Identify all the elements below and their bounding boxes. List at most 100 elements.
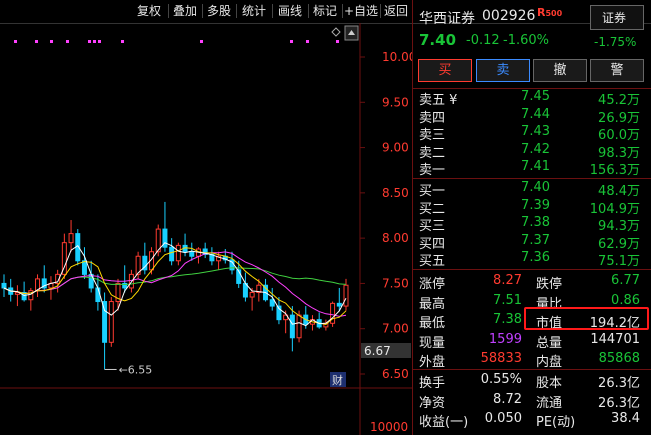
ask-label: 卖四: [419, 110, 446, 126]
diamond-icon: [331, 27, 341, 37]
sector-button[interactable]: 证券: [590, 5, 644, 30]
y-tick-label: 8.50: [382, 186, 409, 200]
signal-dot: [336, 40, 339, 43]
moving-average-line: [3, 242, 347, 327]
stat-value: 7.38: [493, 312, 522, 327]
ask-price: 7.43: [521, 124, 550, 139]
overlay-button[interactable]: 叠加: [169, 2, 201, 20]
current-price-label: 6.67: [364, 344, 391, 358]
ask-volume: 45.2万: [598, 93, 640, 108]
bid-volume: 48.4万: [598, 184, 640, 199]
moving-average-line: [3, 251, 347, 317]
candle-body: [296, 314, 302, 339]
candle-body: [68, 233, 74, 244]
multi-stock-button[interactable]: 多股: [203, 2, 235, 20]
bid-label: 买三: [419, 219, 446, 234]
fundamental-label: 换手: [419, 376, 446, 391]
stat-value: 144701: [590, 331, 640, 347]
candle-body: [289, 314, 295, 339]
stat-label: 现量: [419, 335, 446, 351]
draw-line-button[interactable]: 画线: [273, 2, 307, 20]
badge-number: 500: [545, 9, 563, 18]
signal-dot: [200, 40, 203, 43]
sector-change: -1.75%: [594, 35, 637, 49]
mark-button[interactable]: 标记: [309, 2, 341, 20]
bid-label: 买二: [419, 201, 446, 217]
ask-label: 卖五 ¥: [419, 93, 458, 108]
bid-volume: 75.1万: [598, 254, 640, 269]
candle-body: [175, 244, 181, 262]
alert-button[interactable]: 警: [590, 59, 644, 82]
stat-value: 58833: [480, 351, 522, 366]
ask-volume: 98.3万: [598, 145, 640, 161]
stat-label: 内盘: [536, 355, 563, 370]
ask-price: 7.45: [521, 89, 550, 104]
y-tick-label: 7.50: [382, 276, 409, 290]
stat-value: 8.27: [493, 273, 522, 288]
ask-label: 卖一: [419, 163, 446, 178]
signal-dot: [50, 40, 53, 43]
y-tick-label: 9.50: [382, 95, 409, 109]
fundamental-label: 流通: [536, 395, 563, 411]
stat-value: 6.77: [611, 273, 640, 288]
add-watchlist-button[interactable]: +自选: [342, 2, 380, 20]
price-change-pct: -1.60%: [503, 33, 549, 48]
stat-value: 85868: [598, 351, 640, 366]
bid-price: 7.39: [521, 197, 550, 213]
panel-divider: [412, 178, 651, 179]
fundamental-value: 0.55%: [480, 372, 522, 387]
current-price: 7.40: [419, 31, 457, 49]
sell-button[interactable]: 卖: [476, 59, 530, 82]
signal-dot: [121, 40, 124, 43]
moving-average-line: [3, 247, 347, 326]
back-button[interactable]: 返回: [381, 2, 411, 20]
ask-price: 7.44: [521, 106, 550, 122]
signal-dot: [88, 40, 91, 43]
candle-body: [343, 284, 349, 307]
y-tick-label: 9.00: [382, 141, 409, 155]
fundamental-value: 0.050: [484, 411, 522, 426]
signal-dot: [93, 40, 96, 43]
fundamental-label: 股本: [536, 376, 563, 391]
stat-label: 最高: [419, 296, 446, 312]
statistics-button[interactable]: 统计: [237, 2, 271, 20]
stat-value: 7.51: [493, 292, 522, 308]
ask-price: 7.42: [521, 141, 550, 157]
stock-name: 华西证券: [419, 11, 475, 27]
y-tick-label: 7.00: [382, 322, 409, 336]
ask-volume: 26.9万: [598, 110, 640, 126]
bid-volume: 94.3万: [598, 219, 640, 234]
candle-body: [1, 282, 7, 289]
ask-label: 卖二: [419, 145, 446, 161]
market-cap-highlight: [524, 307, 649, 330]
fundamental-label: 净资: [419, 395, 446, 411]
candle-body: [102, 301, 108, 343]
cancel-order-button[interactable]: 撤: [533, 59, 587, 82]
bid-price: 7.37: [521, 232, 550, 248]
volume-tick-label: 10000: [370, 420, 408, 434]
candlestick-chart[interactable]: 10.00 9.50 9.00 8.50 8.00 7.50 7.00 6.50 10000 6.…: [0, 23, 412, 435]
restore-rights-button[interactable]: 复权: [131, 2, 167, 20]
low-annotation: ←6.55: [119, 363, 153, 376]
candle-body: [108, 301, 114, 343]
candle-body: [81, 260, 87, 275]
fundamental-value: 38.4: [611, 411, 640, 426]
y-tick-label: 6.50: [382, 367, 409, 381]
fundamental-label: 收益(一): [419, 415, 469, 430]
price-change: -0.12: [466, 33, 500, 48]
buy-button[interactable]: 买: [418, 59, 472, 82]
signal-dot: [14, 40, 17, 43]
bid-price: 7.36: [521, 250, 550, 265]
ask-volume: 60.0万: [598, 128, 640, 143]
candle-body: [249, 291, 255, 298]
sector-name: 证券: [602, 11, 627, 25]
fundamental-value: 26.3亿: [598, 376, 640, 391]
candle-body: [169, 246, 175, 262]
candle-body: [269, 299, 275, 307]
stock-badge: R500: [537, 6, 562, 19]
ask-price: 7.41: [521, 159, 550, 174]
stat-label: 外盘: [419, 355, 446, 370]
signal-dot: [290, 40, 293, 43]
signal-dot: [66, 40, 69, 43]
signal-dot: [35, 40, 38, 43]
